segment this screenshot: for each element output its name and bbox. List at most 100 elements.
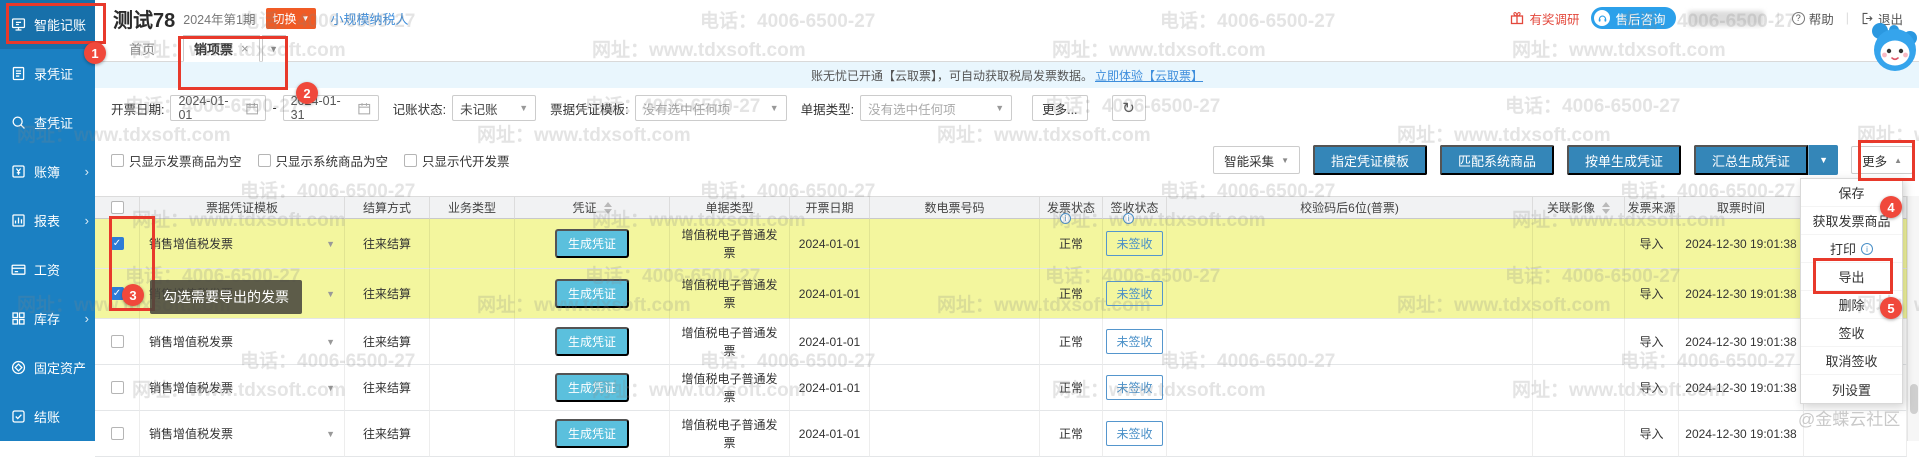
select-all-checkbox[interactable] [111,201,124,214]
sidebar-item-固定资产[interactable]: 固定资产 [0,343,95,392]
action-智能采集[interactable]: 智能采集▼ [1213,146,1300,174]
image-cell [1533,365,1625,411]
settlement-cell: 往来结算 [345,365,430,411]
survey-link[interactable]: 有奖调研 [1510,9,1579,28]
column-header-凭证[interactable]: 凭证 [515,196,670,219]
booking-status-select[interactable]: 未记账 ▼ [452,95,536,121]
closing-icon [10,408,27,425]
action-汇总生成凭证[interactable]: 汇总生成凭证 [1694,145,1808,175]
menu-item-列设置[interactable]: 列设置 [1801,375,1902,403]
sort-icon[interactable] [1602,202,1610,214]
action-更多[interactable]: 更多▲ [1851,146,1913,174]
sidebar-item-录凭证[interactable]: 录凭证 [0,49,95,98]
invoice-date-label: 开票日期: [111,99,164,118]
menu-item-打印[interactable]: 打印i [1801,235,1902,263]
column-header-数电票号码: 数电票号码 [870,196,1040,219]
voucher-template-cell[interactable]: 销售增值税发票▼ [140,411,345,457]
row-checkbox[interactable]: ✓ [111,237,124,250]
doc-type-cell: 增值税电子普通发票 [670,365,790,411]
sidebar-item-查凭证[interactable]: 查凭证 [0,98,95,147]
checkbox[interactable] [111,154,124,167]
sidebar-item-库存[interactable]: 库存› [0,294,95,343]
split-caret-button[interactable]: ▼ [1808,145,1838,175]
sort-icon[interactable] [604,202,612,214]
assistant-mascot[interactable] [1868,18,1918,76]
page: { "watermark": { "phone": "电话：4006-6500-… [0,0,1919,441]
fetch-time-cell: 2024-12-30 19:01:38 [1679,219,1804,269]
scrollbar-thumb[interactable] [1910,384,1918,414]
checkbox[interactable] [258,154,271,167]
generate-voucher-button[interactable]: 生成凭证 [555,419,629,448]
action-label: 更多 [1862,151,1887,170]
generate-voucher-button[interactable]: 生成凭证 [555,327,629,356]
menu-item-导出[interactable]: 导出 [1801,263,1902,291]
toggle-只显示发票商品为空[interactable]: 只显示发票商品为空 [111,151,242,170]
help-link[interactable]: ? 帮助 [1792,9,1834,28]
voucher-template-select[interactable]: 没有选中任何项 ▼ [635,95,787,121]
action-指定凭证模板[interactable]: 指定凭证模板 [1313,145,1427,175]
sign-status-button[interactable]: 未签收 [1106,375,1162,400]
switch-label: 切换 [273,10,297,27]
settlement-cell: 往来结算 [345,269,430,319]
switch-account-button[interactable]: 切换 ▼ [266,8,317,29]
sign-status-button[interactable]: 未签收 [1106,421,1162,446]
action-匹配系统商品[interactable]: 匹配系统商品 [1440,145,1554,175]
after-sales-support-button[interactable]: 售后咨询 [1591,7,1676,29]
row-select-cell[interactable] [95,365,140,411]
action-按单生成凭证[interactable]: 按单生成凭证 [1567,145,1681,175]
doc-type-select[interactable]: 没有选中任何项 ▼ [860,95,1012,121]
voucher-template-value: 销售增值税发票 [149,235,233,252]
row-checkbox[interactable] [111,427,124,440]
sidebar-item-工资[interactable]: 工资 [0,245,95,294]
divider: | [1776,11,1779,25]
row-checkbox[interactable] [111,335,124,348]
sign-status-button[interactable]: 未签收 [1106,231,1162,256]
row-select-cell[interactable]: ✓ [95,219,140,269]
vertical-scrollbar[interactable] [1907,196,1919,441]
chevron-down-icon: ▼ [519,103,528,113]
column-header-select-all[interactable] [95,196,140,219]
taxpayer-type-link[interactable]: 小规模纳税人 [330,9,408,28]
sidebar-item-账簿[interactable]: 账簿› [0,147,95,196]
toggle-只显示代开发票[interactable]: 只显示代开发票 [404,151,510,170]
date-from-input[interactable]: 2024-01-01 [170,95,266,121]
sign-status-button[interactable]: 未签收 [1106,329,1162,354]
menu-item-签收[interactable]: 签收 [1801,319,1902,347]
sidebar-item-智能记账[interactable]: 智能记账 [0,0,95,49]
checkbox[interactable] [404,154,417,167]
code6-cell [1167,319,1533,365]
settlement-cell: 往来结算 [345,319,430,365]
sign-status-button[interactable]: 未签收 [1106,281,1162,306]
voucher-entry-icon [10,65,27,82]
column-label: 发票来源 [1627,199,1675,216]
tab-home[interactable]: 首页 [115,35,169,61]
menu-item-取消签收[interactable]: 取消签收 [1801,347,1902,375]
toggle-只显示系统商品为空[interactable]: 只显示系统商品为空 [258,151,389,170]
annotation-step-5: 5 [1880,297,1902,319]
row-checkbox[interactable] [111,381,124,394]
tab-sales-invoices[interactable]: 销项票 × [183,35,260,62]
voucher-cell: 生成凭证 [515,269,670,319]
toggle-label: 只显示系统商品为空 [276,151,389,170]
sidebar-item-报表[interactable]: 报表› [0,196,95,245]
menu-item-label: 取消签收 [1825,351,1877,370]
voucher-template-cell[interactable]: 销售增值税发票▼ [140,219,345,269]
generate-voucher-button[interactable]: 生成凭证 [555,279,629,308]
column-header-关联影像[interactable]: 关联影像 [1533,196,1625,219]
cloud-ticket-link[interactable]: 立即体验【云取票】 [1095,67,1203,84]
refresh-button[interactable]: ↻ [1112,95,1146,121]
voucher-template-cell[interactable]: 销售增值税发票▼ [140,319,345,365]
tab-list-dropdown[interactable]: ▼ [262,35,286,62]
generate-voucher-button[interactable]: 生成凭证 [555,373,629,402]
username-blurred [1688,11,1764,26]
row-select-cell[interactable] [95,319,140,365]
doc-type-value: 增值税电子普通发票 [680,370,780,406]
generate-voucher-button[interactable]: 生成凭证 [555,229,629,258]
row-select-cell[interactable] [95,411,140,457]
action-label: 按单生成凭证 [1585,151,1663,170]
sidebar-item-结账[interactable]: 结账 [0,392,95,441]
close-tab-icon[interactable]: × [241,41,249,56]
chevron-down-icon: ▼ [326,429,335,439]
more-filters-button[interactable]: 更多... [1032,95,1087,121]
voucher-template-cell[interactable]: 销售增值税发票▼ [140,365,345,411]
